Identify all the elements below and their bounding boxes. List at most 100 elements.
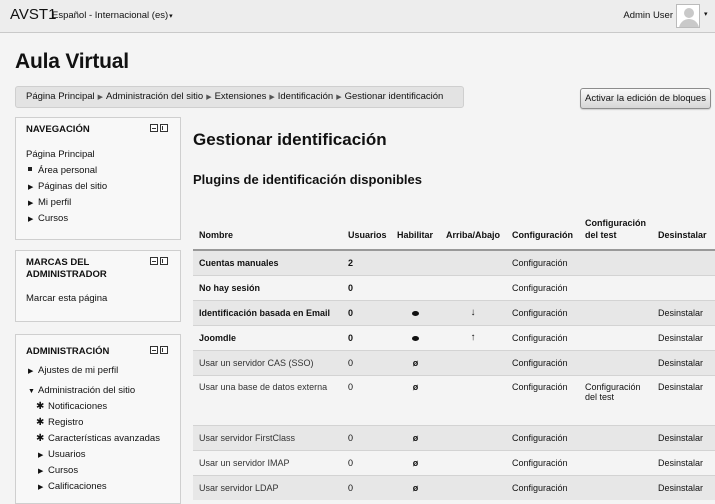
test-settings-cell (579, 274, 652, 300)
user-name[interactable]: Admin User (623, 10, 673, 21)
table-row: Usar servidor FirstClass 0 ø Configuraci… (193, 424, 715, 450)
settings-link[interactable]: Configuración (506, 349, 579, 375)
test-settings-link[interactable]: Configuración del test (579, 374, 652, 425)
eye-icon[interactable] (412, 310, 419, 316)
plugin-name: Usar servidor LDAP (193, 474, 342, 500)
test-settings-cell (579, 349, 652, 375)
uninstall-link[interactable]: Desinstalar (652, 424, 715, 450)
gear-icon: ✱ (36, 417, 45, 428)
user-menu-caret-icon[interactable]: ▾ (704, 10, 708, 18)
settings-link[interactable]: Configuración (506, 374, 579, 425)
uninstall-link[interactable]: Desinstalar (652, 349, 715, 375)
administration-block-header: ADMINISTRACIÓN (16, 335, 180, 363)
admin-bookmarks-title-line2: ADMINISTRADOR (26, 269, 107, 280)
main-heading: Gestionar identificación (193, 130, 387, 149)
updown-cell (440, 424, 506, 450)
breadcrumb-item-extensions[interactable]: Extensiones (215, 91, 267, 102)
eye-slash-icon[interactable]: ø (413, 382, 419, 392)
user-count: 0 (342, 324, 391, 350)
updown-cell (440, 449, 506, 475)
breadcrumb-item-home[interactable]: Página Principal (26, 91, 95, 102)
admin-item-label: Usuarios (48, 449, 86, 460)
eye-slash-icon[interactable]: ø (413, 433, 419, 443)
admin-item-grades[interactable]: ▶ Calificaciones (26, 479, 180, 495)
user-count: 0 (342, 374, 391, 425)
collapse-icon[interactable] (150, 346, 158, 354)
uninstall-link[interactable]: Desinstalar (652, 374, 715, 425)
eye-slash-icon[interactable]: ø (413, 483, 419, 493)
table-row: Usar un servidor IMAP 0 ø Configuración … (193, 449, 715, 475)
admin-bookmarks-header: MARCAS DEL ADMINISTRADOR (16, 251, 180, 285)
nav-item-dashboard[interactable]: Área personal (26, 163, 180, 179)
uninstall-link[interactable]: Desinstalar (652, 324, 715, 350)
avatar[interactable] (676, 4, 700, 28)
site-brand-link[interactable]: AVST1 (10, 6, 56, 23)
arrow-up-icon[interactable]: ↑ (471, 332, 476, 343)
nav-item-my-profile[interactable]: ▶ Mi perfil (26, 195, 180, 211)
nav-item-home[interactable]: Página Principal (26, 147, 180, 163)
enable-cell: ø (391, 374, 440, 425)
table-row: Joomdle 0 ↑ Configuración Desinstalar (193, 324, 715, 350)
admin-item-label: Calificaciones (48, 481, 107, 492)
breadcrumb-separator-icon: ▶ (336, 94, 342, 101)
eye-slash-icon[interactable]: ø (413, 458, 419, 468)
nav-item-site-pages[interactable]: ▶ Páginas del sitio (26, 179, 180, 195)
caret-down-icon: ▾ (169, 13, 173, 20)
admin-item-notifications[interactable]: ✱ Notificaciones (26, 399, 180, 415)
nav-item-label: Cursos (38, 213, 69, 224)
dock-icon[interactable] (160, 124, 168, 132)
breadcrumb-separator-icon: ▶ (97, 94, 104, 101)
nav-item-label: Área personal (38, 165, 98, 176)
uninstall-link[interactable]: Desinstalar (652, 474, 715, 500)
admin-item-registration[interactable]: ✱ Registro (26, 415, 180, 431)
updown-cell (440, 349, 506, 375)
language-menu[interactable]: Español - Internacional (es)▾ (52, 10, 173, 21)
uninstall-cell (652, 274, 715, 300)
settings-link[interactable]: Configuración (506, 324, 579, 350)
breadcrumb-item-site-admin[interactable]: Administración del sitio (106, 91, 203, 102)
updown-cell: ↑ (440, 324, 506, 350)
arrow-down-icon[interactable]: ↓ (471, 307, 476, 318)
admin-item-profile-settings[interactable]: ▶ Ajustes de mi perfil (26, 363, 180, 379)
admin-item-site-admin[interactable]: ▼ Administración del sitio (26, 383, 180, 399)
admin-item-users[interactable]: ▶ Usuarios (26, 447, 180, 463)
dock-icon[interactable] (160, 346, 168, 354)
settings-link[interactable]: Configuración (506, 299, 579, 325)
enable-cell: ø (391, 449, 440, 475)
expand-arrow-icon: ▶ (38, 468, 44, 475)
col-header-name: Nombre (193, 210, 342, 251)
settings-link[interactable]: Configuración (506, 274, 579, 300)
collapse-icon[interactable] (150, 124, 158, 132)
admin-item-label: Cursos (48, 465, 79, 476)
collapse-icon[interactable] (150, 257, 158, 265)
eye-slash-icon[interactable]: ø (413, 358, 419, 368)
expand-arrow-icon: ▶ (28, 184, 34, 191)
settings-link[interactable]: Configuración (506, 449, 579, 475)
dock-icon[interactable] (160, 257, 168, 265)
block-controls (150, 257, 168, 265)
admin-item-courses[interactable]: ▶ Cursos (26, 463, 180, 479)
enable-cell (391, 249, 440, 275)
settings-link[interactable]: Configuración (506, 474, 579, 500)
eye-icon[interactable] (412, 335, 419, 341)
uninstall-link[interactable]: Desinstalar (652, 299, 715, 325)
col-header-settings: Configuración (506, 210, 579, 251)
test-settings-cell (579, 249, 652, 275)
nav-item-courses[interactable]: ▶ Cursos (26, 211, 180, 227)
enable-cell (391, 299, 440, 325)
breadcrumb-item-identification[interactable]: Identificación (278, 91, 333, 102)
settings-link[interactable]: Configuración (506, 424, 579, 450)
expand-arrow-icon: ▶ (38, 452, 44, 459)
uninstall-link[interactable]: Desinstalar (652, 449, 715, 475)
col-header-enable: Habilitar (391, 210, 440, 251)
settings-link[interactable]: Configuración (506, 249, 579, 275)
bullet-icon (28, 167, 32, 172)
breadcrumb: Página Principal ▶ Administración del siti… (15, 86, 464, 108)
admin-item-advanced-features[interactable]: ✱ Características avanzadas (26, 431, 180, 447)
enable-block-editing-button[interactable]: Activar la edición de bloques (580, 88, 711, 109)
navigation-block-title: NAVEGACIÓN (26, 124, 90, 135)
bookmark-this-page-link[interactable]: Marcar esta página (26, 291, 180, 307)
auth-plugins-table: Nombre Usuarios Habilitar Arriba/Abajo C… (193, 210, 715, 500)
gear-icon: ✱ (36, 433, 45, 444)
enable-cell: ø (391, 474, 440, 500)
